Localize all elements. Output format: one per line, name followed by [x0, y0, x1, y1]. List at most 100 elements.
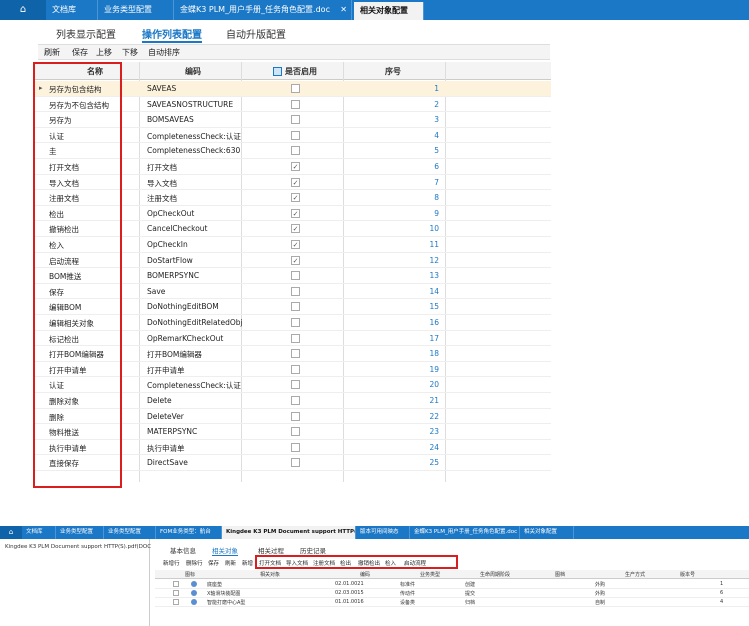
cell-code[interactable]: Save — [147, 287, 243, 296]
column-header-code[interactable]: 编码 — [185, 66, 201, 77]
lower-toolbar-button[interactable]: 新增 — [242, 559, 253, 567]
enabled-checkbox[interactable] — [291, 286, 300, 296]
enabled-checkbox[interactable] — [291, 349, 300, 359]
row-checkbox[interactable] — [173, 581, 179, 587]
enabled-checkbox[interactable] — [291, 380, 300, 390]
auto-sort-button[interactable]: 自动排序 — [148, 47, 180, 58]
enabled-checkbox[interactable]: ✓ — [291, 240, 300, 249]
row-checkbox[interactable] — [173, 599, 179, 605]
lower-column-header[interactable]: 版本号 — [680, 571, 695, 578]
cell-code[interactable]: 导入文档 — [147, 178, 243, 189]
enabled-checkbox[interactable] — [291, 99, 300, 109]
lower-column-header[interactable]: 图档 — [555, 571, 565, 578]
related-object-row[interactable]: 底座垫 02.01.0021 标准件 创建 外购 1 — [155, 580, 749, 589]
lower-column-header[interactable]: 图标 — [185, 571, 195, 578]
enabled-checkbox[interactable] — [291, 427, 300, 437]
lower-toolbar-button[interactable]: 保存 — [208, 559, 219, 567]
cell-code[interactable]: OpCheckIn — [147, 240, 243, 249]
cell-code[interactable]: CompletenessCheck:630 — [147, 146, 243, 155]
related-object-row[interactable]: 智能打磨中心A型 01.01.0016 设备类 归档 自制 4 — [155, 598, 749, 607]
cell-code[interactable]: CompletenessCheck:认证 — [147, 380, 243, 391]
lower-tab[interactable]: 文档库 — [22, 526, 56, 539]
subtab-list-display-config[interactable]: 列表显示配置 — [56, 26, 116, 41]
enabled-checkbox[interactable]: ✓ — [291, 208, 300, 218]
lower-column-header[interactable]: 生产方式 — [625, 571, 645, 578]
enabled-checkbox[interactable] — [291, 302, 300, 312]
tab-user-manual-doc[interactable]: 金蝶K3 PLM_用户手册_任务角色配置.doc ✕ — [174, 0, 352, 20]
cell-code[interactable]: 打开申请单 — [147, 365, 243, 376]
cell-code[interactable]: 执行申请单 — [147, 443, 243, 454]
lower-toolbar-button[interactable]: 新增行 — [163, 559, 180, 567]
enabled-checkbox[interactable]: ✓ — [291, 255, 300, 265]
lower-tab[interactable]: FOM业务类型：航台 — [156, 526, 222, 539]
related-object-row[interactable]: X轴滑块装配图 02.03.0015 传动件 提交 外购 6 — [155, 589, 749, 598]
refresh-button[interactable]: 刷新 — [44, 47, 60, 58]
enabled-checkbox[interactable]: ✓ — [291, 162, 300, 171]
cell-code[interactable]: SAVEAS — [147, 84, 243, 93]
cell-code[interactable]: CancelCheckout — [147, 224, 243, 233]
move-up-button[interactable]: 上移 — [96, 47, 112, 58]
subtab-auto-upgrade-config[interactable]: 自动升版配置 — [226, 26, 286, 41]
lower-tab[interactable]: 版本可用间映态 — [356, 526, 410, 539]
enabled-checkbox[interactable]: ✓ — [291, 193, 300, 203]
lower-tab[interactable]: 业务类型配置 — [56, 526, 104, 539]
enabled-checkbox[interactable] — [291, 146, 300, 156]
subtab-basic-info[interactable]: 基本信息 — [170, 545, 196, 555]
enabled-checkbox[interactable] — [291, 130, 300, 140]
lower-tab[interactable]: 金蝶K3 PLM_用户手册_任务角色配置.doc — [410, 526, 520, 539]
subtab-related-process[interactable]: 相关过程 — [258, 545, 284, 555]
cell-code[interactable]: DoStartFlow — [147, 256, 243, 265]
lower-toolbar-button[interactable]: 删除行 — [186, 559, 203, 567]
enabled-checkbox[interactable] — [291, 115, 300, 125]
lower-column-header[interactable]: 相关对象 — [260, 571, 280, 578]
close-icon[interactable]: ✕ — [340, 0, 347, 20]
enabled-checkbox[interactable]: ✓ — [291, 177, 300, 187]
cell-code[interactable]: CompletenessCheck:认证 — [147, 131, 243, 142]
cell-code[interactable]: DirectSave — [147, 458, 243, 467]
home-icon[interactable]: ⌂ — [0, 0, 46, 20]
lower-column-header[interactable]: 编码 — [360, 571, 370, 578]
cell-code[interactable]: Delete — [147, 396, 243, 405]
column-header-seq[interactable]: 序号 — [385, 66, 401, 77]
enabled-checkbox[interactable] — [291, 271, 300, 281]
row-checkbox[interactable] — [173, 590, 179, 596]
lower-column-header[interactable]: 生命周期阶段 — [480, 571, 510, 578]
enabled-checkbox[interactable] — [291, 396, 300, 405]
cell-code[interactable]: OpCheckOut — [147, 209, 243, 218]
tab-document-library[interactable]: 文档库 — [46, 0, 98, 20]
move-down-button[interactable]: 下移 — [122, 47, 138, 58]
enabled-checkbox[interactable] — [291, 458, 300, 468]
cell-code[interactable]: BOMERPSYNC — [147, 271, 243, 280]
cell-code[interactable]: 打开文档 — [147, 162, 243, 173]
enabled-checkbox[interactable]: ✓ — [291, 224, 300, 234]
enabled-checkbox[interactable] — [291, 318, 300, 327]
save-button[interactable]: 保存 — [72, 47, 88, 58]
cell-code[interactable]: SAVEASNOSTRUCTURE — [147, 100, 243, 109]
lower-tab[interactable]: 相关对象配置 — [520, 526, 574, 539]
cell-code[interactable]: 注册文档 — [147, 193, 243, 204]
enabled-checkbox[interactable] — [291, 442, 300, 452]
lower-column-header[interactable]: 业务类型 — [420, 571, 440, 578]
enabled-checkbox[interactable] — [291, 411, 300, 421]
lower-toolbar-button[interactable]: 刷新 — [225, 559, 236, 567]
subtab-related-objects[interactable]: 相关对象 — [212, 545, 238, 556]
enabled-checkbox[interactable] — [291, 364, 300, 374]
enabled-checkbox[interactable] — [291, 333, 300, 343]
lower-tab[interactable]: Kingdee K3 PLM Document support HTTP(S).… — [222, 526, 356, 539]
cell-code[interactable]: DoNothingEditRelatedObje — [147, 318, 243, 327]
tab-related-object-config[interactable]: 相关对象配置 — [354, 2, 424, 20]
home-icon[interactable]: ⌂ — [0, 526, 22, 539]
subtab-history[interactable]: 历史记录 — [300, 545, 326, 555]
tree-item[interactable]: Kingdee K3 PLM Document support HTTP(S).… — [5, 544, 151, 550]
cell-code[interactable]: DoNothingEditBOM — [147, 302, 243, 311]
column-header-enabled[interactable]: 是否启用 — [285, 66, 317, 77]
cell-code[interactable]: OpRemarKCheckOut — [147, 334, 243, 343]
enabled-checkbox[interactable] — [291, 84, 300, 93]
cell-code[interactable]: 打开BOM编辑器 — [147, 349, 243, 360]
cell-code[interactable]: DeleteVer — [147, 412, 243, 421]
subtab-operation-list-config[interactable]: 操作列表配置 — [142, 26, 202, 43]
tab-business-type-config[interactable]: 业务类型配置 — [98, 0, 174, 20]
cell-code[interactable]: MATERPSYNC — [147, 427, 243, 436]
cell-code[interactable]: BOMSAVEAS — [147, 115, 243, 124]
select-all-checkbox[interactable] — [273, 67, 282, 76]
